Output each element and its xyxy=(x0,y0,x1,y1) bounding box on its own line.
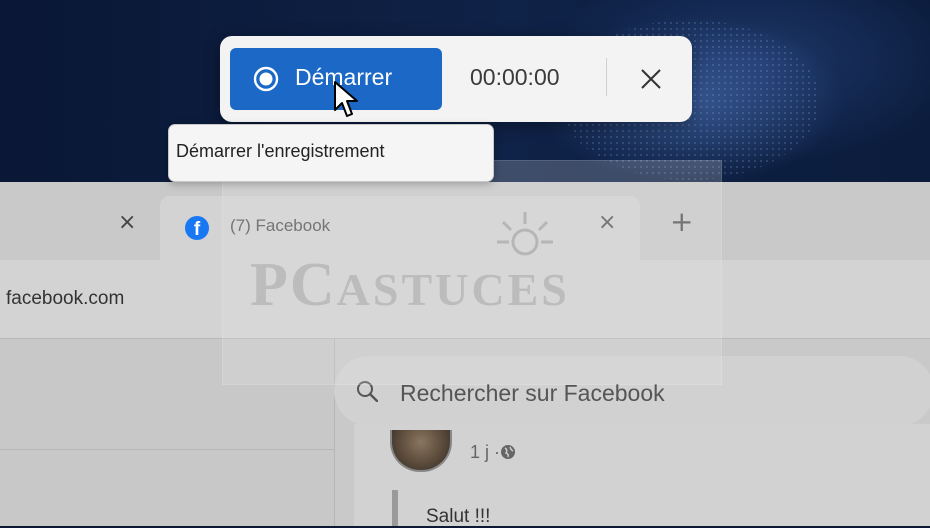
close-icon xyxy=(641,69,661,89)
left-column-divider xyxy=(0,449,334,450)
tooltip-text: Démarrer l'enregistrement xyxy=(176,141,385,161)
post-timestamp[interactable]: 1 j · xyxy=(470,442,500,463)
previous-tab-close-icon[interactable]: × xyxy=(118,212,136,234)
quote-bar xyxy=(392,490,398,526)
recording-timer: 00:00:00 xyxy=(470,64,560,90)
globe-icon xyxy=(501,445,515,459)
post-text: Salut !!! xyxy=(426,506,491,527)
record-icon xyxy=(253,66,279,92)
url-text[interactable]: facebook.com xyxy=(6,288,124,310)
watermark-logo: PCASTUCES xyxy=(250,251,570,319)
facebook-icon: f xyxy=(185,216,209,240)
mouse-cursor-icon xyxy=(334,81,358,117)
toolbar-separator xyxy=(606,58,607,96)
